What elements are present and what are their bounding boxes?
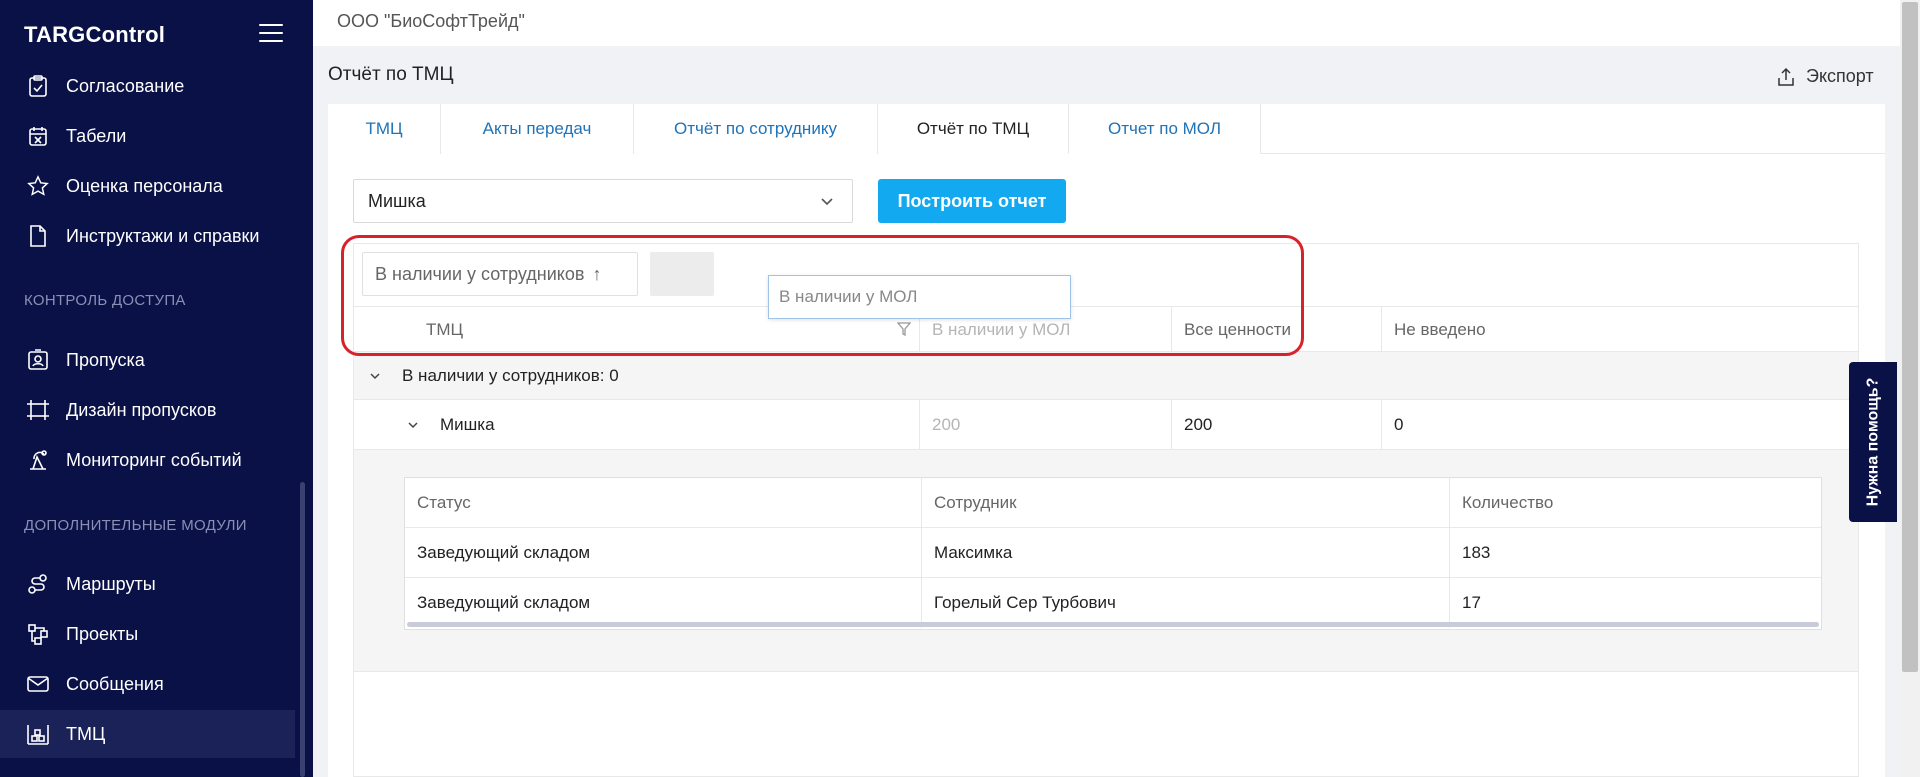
item-select[interactable]: Мишка [353,179,853,223]
report-card: ТМЦ Акты передач Отчёт по сотруднику Отч… [328,104,1885,777]
sidebar-item-label: Согласование [66,75,185,96]
group-row[interactable]: В наличии у сотрудников: 0 [354,352,1858,400]
detail-column-status[interactable]: Статус [405,478,921,528]
calendar-x-icon [24,122,52,150]
table-row[interactable]: Мишка 200 200 0 [354,400,1858,450]
sidebar-item-messages[interactable]: Сообщения [0,660,295,708]
detail-cell-employee: Горелый Сер Турбович [921,578,1449,628]
dragged-column-header[interactable]: В наличии у МОЛ [768,275,1071,319]
sidebar-item-label: Табели [66,125,127,146]
sidebar-item-label: Проекты [66,623,139,644]
warehouse-icon [24,720,52,748]
sidebar-item-projects[interactable]: Проекты [0,610,295,658]
detail-column-quantity[interactable]: Количество [1449,478,1821,528]
sidebar-item-timesheets[interactable]: Табели [0,112,295,160]
monitoring-icon [24,446,52,474]
tab-transfer-acts[interactable]: Акты передач [441,104,634,154]
brand-logo: TARGControl [24,22,166,47]
tab-tmc-report[interactable]: Отчёт по ТМЦ [878,104,1069,154]
sidebar-item-label: Инструктажи и справки [66,225,260,246]
column-header-label: ТМЦ [426,320,464,339]
sidebar-item-label: ТМЦ [66,723,106,744]
column-header-all-values[interactable]: Все ценности [1171,307,1381,353]
build-report-button[interactable]: Построить отчет [878,179,1066,223]
sidebar-item-passes[interactable]: Пропуска [0,336,295,384]
sidebar-item-label: Мониторинг событий [66,449,242,470]
help-button[interactable]: Нужна помощь? [1849,362,1897,522]
cell-tmc-value: Мишка [440,415,495,434]
mail-icon [24,670,52,698]
detail-horizontal-scrollbar[interactable] [407,622,1819,627]
filter-icon[interactable] [897,322,911,336]
detail-cell-status: Заведующий складом [417,543,591,562]
detail-cell-quantity: 17 [1449,578,1821,628]
sidebar-item-label: Сообщения [66,673,164,694]
sidebar-item-instructions[interactable]: Инструктажи и справки [0,212,295,260]
sidebar: TARGControl Согласование Табели Оценка п… [0,0,313,777]
report-grid: В наличии у сотрудников ↑ ТМЦ В наличии … [353,243,1859,777]
detail-column-employee[interactable]: Сотрудник [921,478,1449,528]
sort-arrow-icon: ↑ [592,263,602,284]
sidebar-item-evaluation[interactable]: Оценка персонала [0,162,295,210]
detail-table: Статус Сотрудник Количество Заведующий с… [404,477,1822,630]
cell-all-values: 200 [1171,400,1381,450]
group-row-label: В наличии у сотрудников: 0 [402,365,619,385]
projects-icon [24,620,52,648]
cell-tmc: Мишка [354,400,919,450]
sidebar-item-label: Пропуска [66,349,145,370]
help-label: Нужна помощь? [1864,377,1882,507]
chevron-down-icon [821,198,833,206]
detail-cell-status: Заведующий складом [417,593,591,612]
upload-icon [1778,67,1794,86]
star-icon [24,172,52,200]
sidebar-item-tmc[interactable]: ТМЦ [0,710,295,758]
section-title-modules: ДОПОЛНИТЕЛЬНЫЕ МОДУЛИ [24,517,247,534]
id-card-icon [24,346,52,374]
column-header-not-entered[interactable]: Не введено [1381,307,1858,353]
design-icon [24,396,52,424]
detail-cell-employee: Максимка [921,528,1449,578]
cell-not-entered: 0 [1381,400,1858,450]
detail-row[interactable]: Заведующий складом Горелый Сер Турбович … [405,578,1821,628]
chevron-down-icon[interactable] [368,369,382,383]
organization-name: ООО "БиоСофтТрейд" [337,11,525,31]
sidebar-item-label: Оценка персонала [66,175,223,196]
detail-cell-quantity: 183 [1449,528,1821,578]
tab-mol-report[interactable]: Отчет по МОЛ [1069,104,1261,154]
group-panel: В наличии у сотрудников ↑ [354,244,1858,306]
page-scrollbar[interactable] [1900,0,1920,777]
cell-mol: 200 [919,400,1171,450]
group-chip-employees[interactable]: В наличии у сотрудников ↑ [362,252,638,296]
sidebar-item-label: Дизайн пропусков [66,399,217,420]
grid-header: ТМЦ В наличии у МОЛ Все ценности Не введ… [354,306,1858,353]
sidebar-item-pass-design[interactable]: Дизайн пропусков [0,386,295,434]
detail-row[interactable]: Заведующий складом Максимка 183 [405,528,1821,578]
export-button[interactable]: Экспорт [1776,66,1874,87]
page-title: Отчёт по ТМЦ [328,64,454,85]
item-select-value: Мишка [368,190,426,211]
drop-placeholder [650,252,714,296]
sidebar-item-approval[interactable]: Согласование [0,62,295,110]
menu-icon[interactable] [259,24,283,44]
detail-area: Статус Сотрудник Количество Заведующий с… [354,450,1858,672]
clipboard-check-icon [24,72,52,100]
group-chip-label: В наличии у сотрудников [375,263,585,284]
document-icon [24,222,52,250]
chevron-down-icon[interactable] [406,418,420,432]
topbar: ООО "БиоСофтТрейд" [313,0,1900,46]
export-label: Экспорт [1806,66,1874,86]
tab-tmc[interactable]: ТМЦ [328,104,441,154]
section-title-access: КОНТРОЛЬ ДОСТУПА [24,292,186,309]
sidebar-item-label: Маршруты [66,573,156,594]
sidebar-item-routes[interactable]: Маршруты [0,560,295,608]
sidebar-scrollbar[interactable] [300,482,305,777]
detail-header: Статус Сотрудник Количество [405,478,1821,528]
tab-employee-report[interactable]: Отчёт по сотруднику [634,104,878,154]
route-icon [24,570,52,598]
tabs: ТМЦ Акты передач Отчёт по сотруднику Отч… [328,104,1885,154]
page-scrollbar-thumb[interactable] [1902,2,1918,672]
sidebar-item-monitoring[interactable]: Мониторинг событий [0,436,295,484]
